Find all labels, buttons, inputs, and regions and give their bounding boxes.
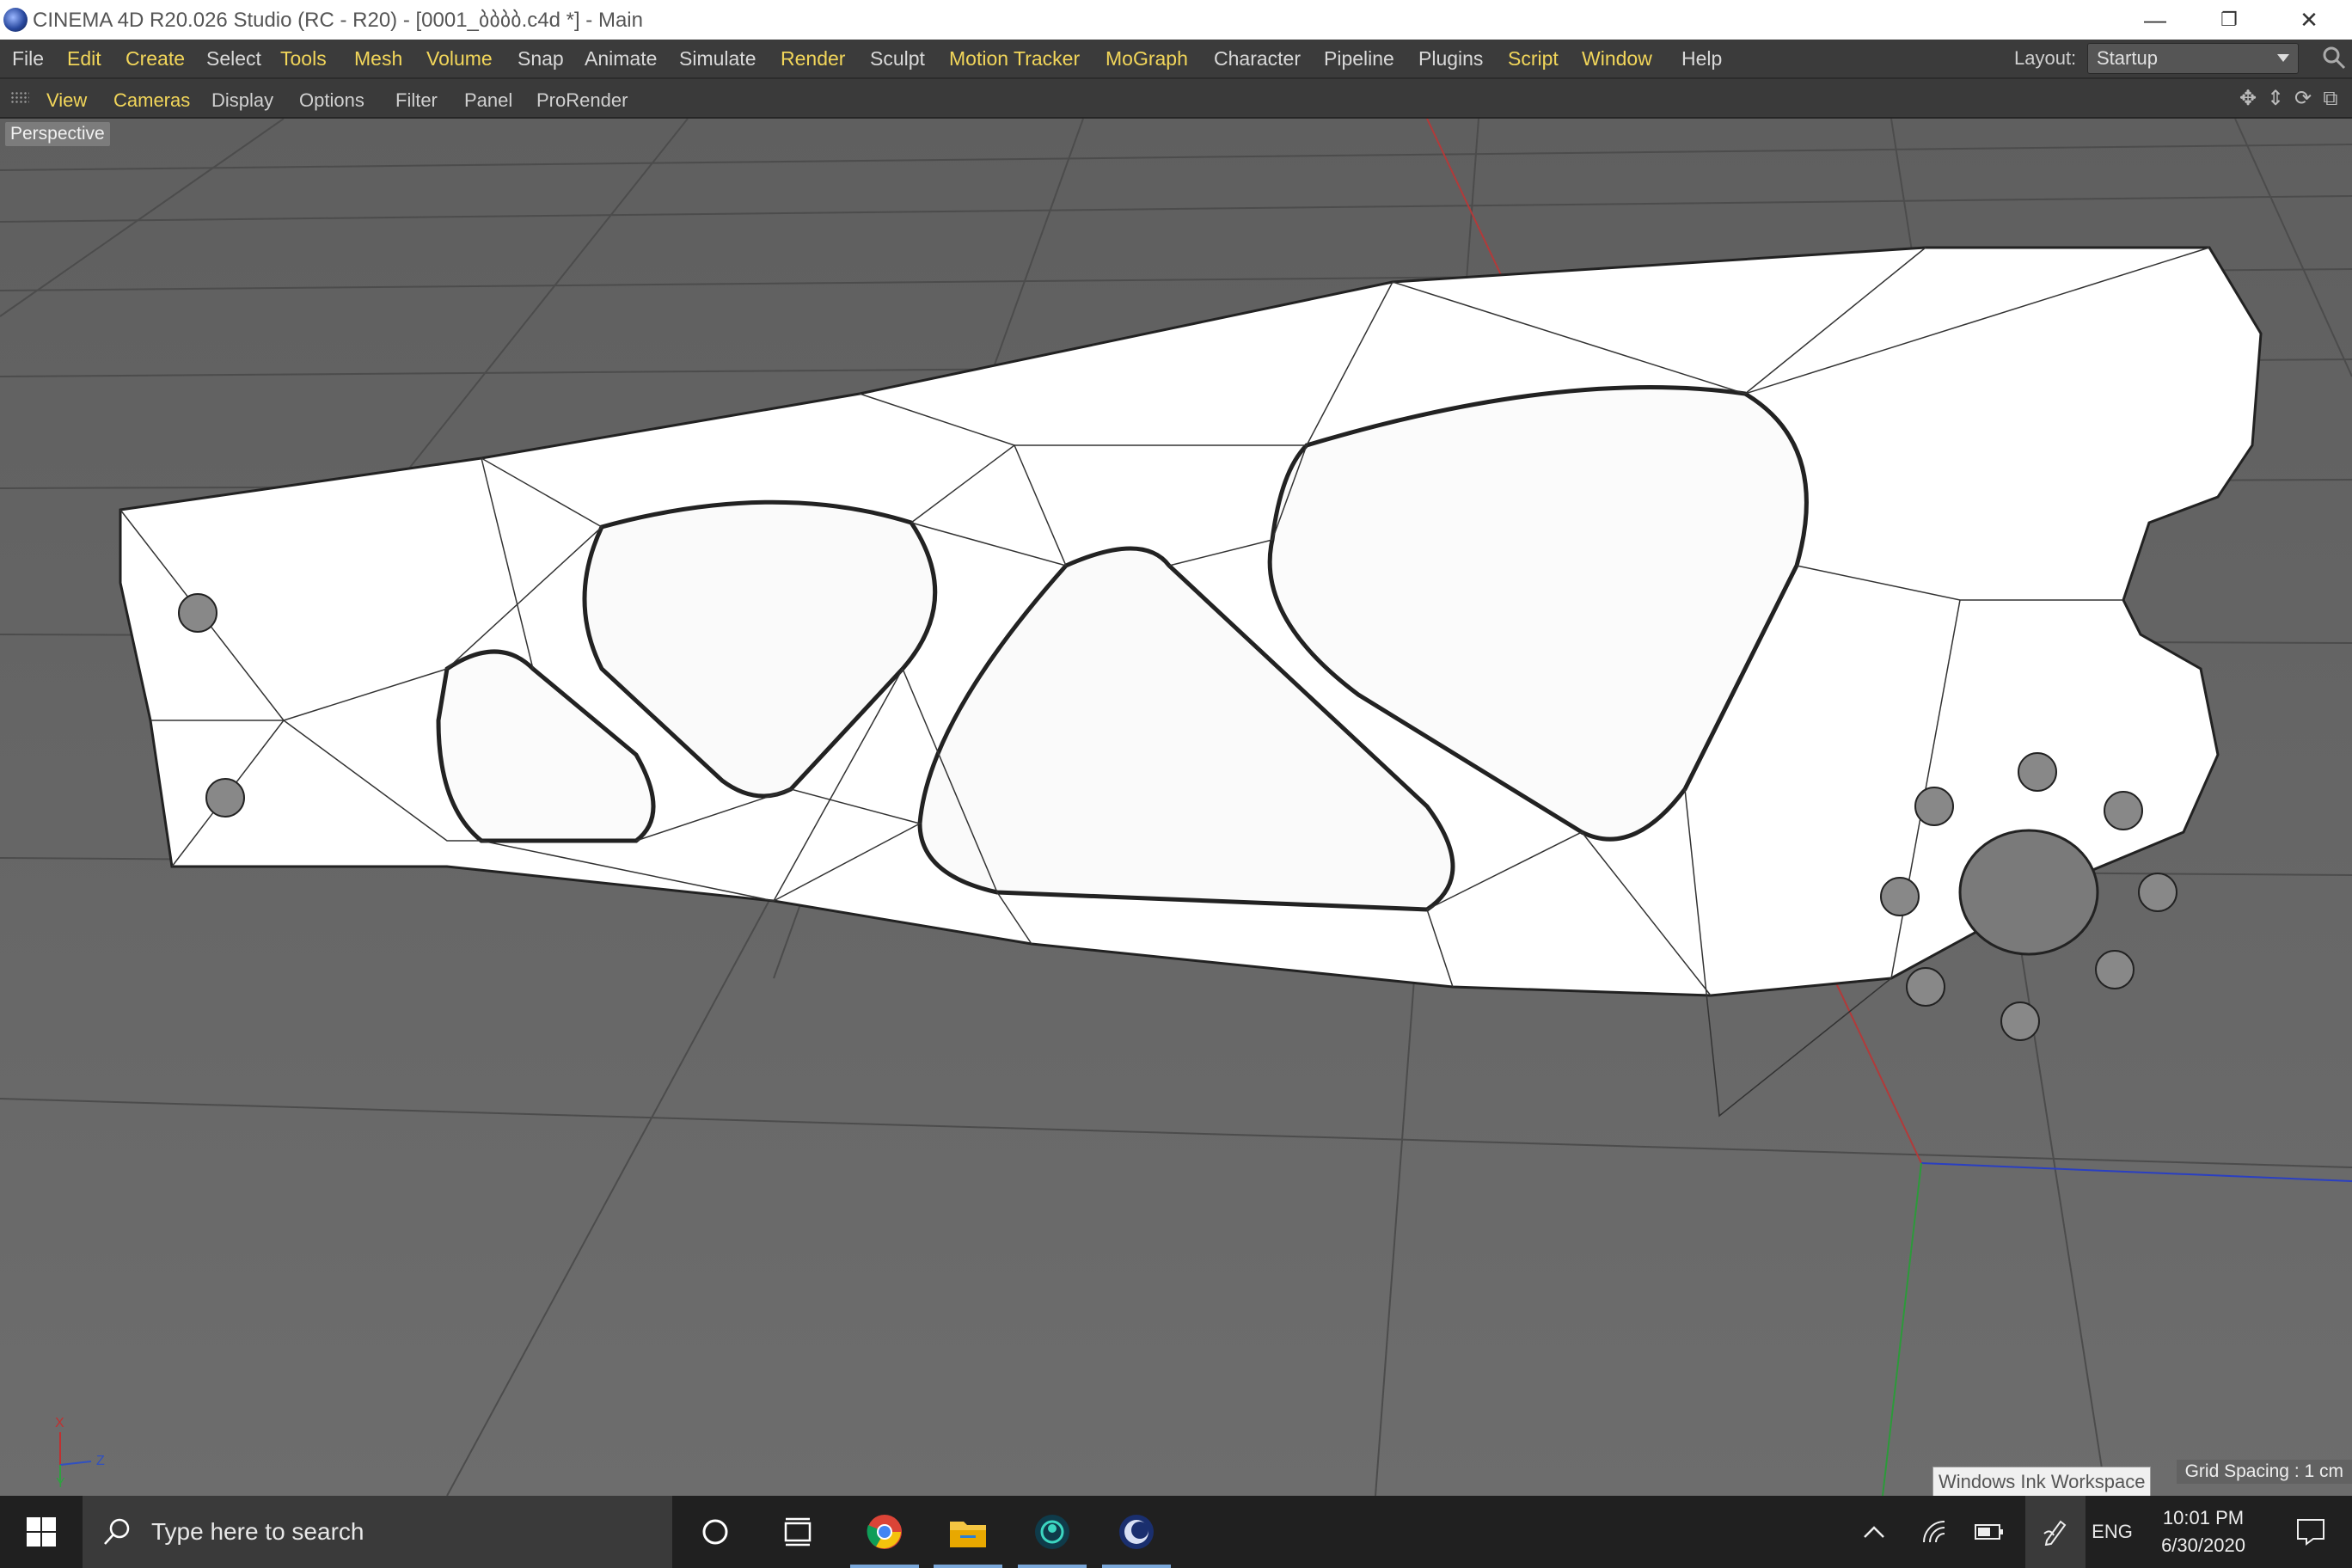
axis-gizmo: X Z Y — [48, 1401, 117, 1487]
menu-character[interactable]: Character — [1214, 47, 1301, 70]
cinema4d-app-icon[interactable] — [3, 8, 28, 32]
rotate-view-icon[interactable]: ⟳ — [2292, 88, 2314, 110]
view-menu-panel[interactable]: Panel — [464, 89, 512, 112]
menu-tools[interactable]: Tools — [280, 47, 327, 70]
cinema4d-icon[interactable] — [1097, 1496, 1176, 1568]
move-view-icon[interactable]: ✥ — [2237, 88, 2259, 110]
view-menu-cameras[interactable]: Cameras — [113, 89, 190, 112]
axis-z-label: Z — [96, 1454, 105, 1468]
window-title: CINEMA 4D R20.026 Studio (RC - R20) - [0… — [33, 9, 643, 32]
restore-icon: ❐ — [2220, 9, 2238, 30]
start-button[interactable] — [0, 1496, 83, 1568]
viewport-toolbar: View Cameras Display Options Filter Panel ProR… — [0, 79, 2352, 119]
language-indicator[interactable]: ENG — [2091, 1496, 2134, 1568]
menu-file[interactable]: File — [12, 47, 44, 70]
view-menu-filter[interactable]: Filter — [395, 89, 438, 112]
close-icon: ✕ — [2300, 6, 2318, 33]
grip-icon[interactable] — [10, 91, 29, 105]
windows-ink-button[interactable] — [2025, 1496, 2086, 1568]
menu-snap[interactable]: Snap — [518, 47, 564, 70]
camera-label[interactable]: Perspective — [5, 122, 110, 146]
taskbar-search[interactable]: Type here to search — [83, 1496, 672, 1568]
battery-icon[interactable] — [1969, 1496, 2010, 1568]
menu-bar: File Edit Create Select Tools Mesh Volume Snap A… — [0, 40, 2352, 79]
view-menu-display[interactable]: Display — [211, 89, 273, 112]
show-hidden-icons-icon[interactable] — [1857, 1496, 1891, 1568]
view-menu-prorender[interactable]: ProRender — [536, 89, 628, 112]
menu-window[interactable]: Window — [1582, 47, 1652, 70]
menu-volume[interactable]: Volume — [426, 47, 493, 70]
search-icon — [104, 1518, 130, 1545]
menu-simulate[interactable]: Simulate — [679, 47, 756, 70]
menu-create[interactable]: Create — [126, 47, 185, 70]
view-menu-view[interactable]: View — [46, 89, 87, 112]
chevron-down-icon — [2277, 54, 2289, 62]
file-explorer-icon[interactable] — [928, 1496, 1008, 1568]
menu-animate[interactable]: Animate — [585, 47, 657, 70]
menu-pipeline[interactable]: Pipeline — [1324, 47, 1394, 70]
menu-plugins[interactable]: Plugins — [1418, 47, 1483, 70]
viewport-scene — [0, 119, 2352, 1496]
minimize-icon: — — [2144, 6, 2166, 33]
menu-select[interactable]: Select — [206, 47, 261, 70]
search-placeholder: Type here to search — [151, 1518, 364, 1545]
search-icon[interactable] — [2321, 45, 2347, 70]
cortana-icon[interactable] — [676, 1496, 755, 1568]
clock-time: 10:01 PM — [2162, 1507, 2245, 1528]
taskbar: Type here to search ENG 10:01 PM 6/30/20… — [0, 1496, 2352, 1568]
layout-value: Startup — [2097, 47, 2158, 69]
ink-workspace-tooltip: Windows Ink Workspace — [1932, 1467, 2152, 1498]
menu-mograph[interactable]: MoGraph — [1106, 47, 1188, 70]
title-bar: CINEMA 4D R20.026 Studio (RC - R20) - [0… — [0, 0, 2352, 40]
chrome-icon[interactable] — [845, 1496, 924, 1568]
notification-icon — [2297, 1519, 2324, 1546]
zoom-view-icon[interactable]: ⇕ — [2264, 88, 2287, 110]
app-icon[interactable] — [1013, 1496, 1092, 1568]
task-view-icon[interactable] — [758, 1496, 837, 1568]
close-button[interactable]: ✕ — [2266, 0, 2352, 40]
notifications-button[interactable] — [2276, 1496, 2345, 1568]
windows-logo-icon — [27, 1517, 56, 1547]
toggle-panel-icon[interactable]: ⧉ — [2319, 88, 2342, 110]
menu-help[interactable]: Help — [1681, 47, 1722, 70]
menu-edit[interactable]: Edit — [67, 47, 101, 70]
menu-mesh[interactable]: Mesh — [354, 47, 402, 70]
network-icon[interactable] — [1915, 1496, 1953, 1568]
grid-spacing-label: Grid Spacing : 1 cm — [2176, 1460, 2352, 1484]
layout-dropdown[interactable]: Startup — [2087, 43, 2299, 74]
minimize-button[interactable]: — — [2118, 0, 2192, 40]
menu-render[interactable]: Render — [781, 47, 845, 70]
pen-icon — [2043, 1520, 2067, 1546]
axis-x-label: X — [55, 1416, 64, 1430]
menu-script[interactable]: Script — [1508, 47, 1559, 70]
menu-motion-tracker[interactable]: Motion Tracker — [949, 47, 1080, 70]
axis-y-label: Y — [56, 1476, 65, 1487]
view-menu-options[interactable]: Options — [299, 89, 364, 112]
restore-button[interactable]: ❐ — [2192, 0, 2266, 40]
3d-viewport[interactable]: Perspective X Z Y Grid Spacing : 1 cm — [0, 119, 2352, 1496]
menu-sculpt[interactable]: Sculpt — [870, 47, 925, 70]
layout-label: Layout: — [2014, 47, 2077, 69]
clock-date: 6/30/2020 — [2161, 1534, 2245, 1556]
clock[interactable]: 10:01 PM 6/30/2020 — [2141, 1504, 2266, 1559]
